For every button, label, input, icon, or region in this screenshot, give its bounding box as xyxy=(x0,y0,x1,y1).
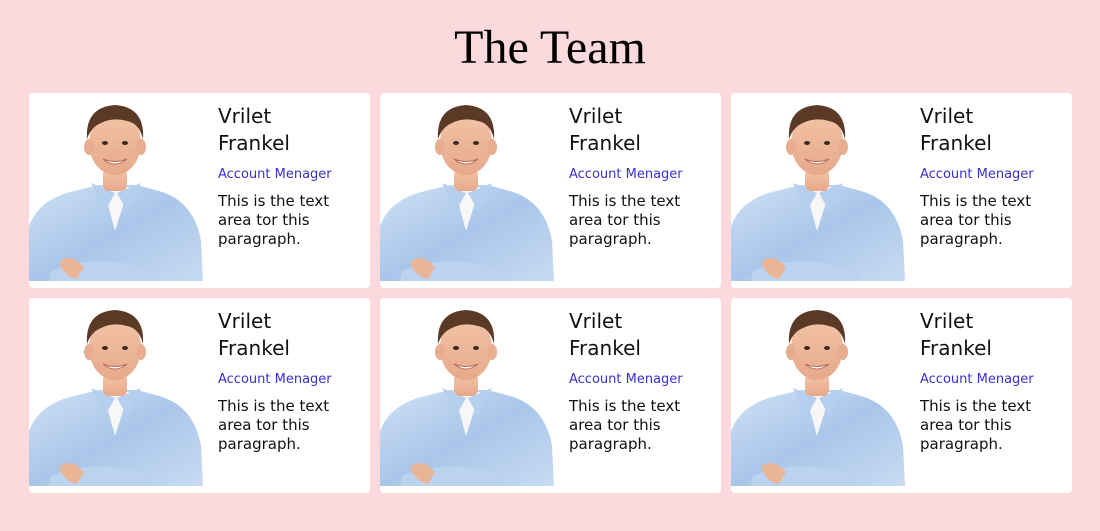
member-last-name: Frankel xyxy=(920,336,992,360)
member-last-name: Frankel xyxy=(569,131,641,155)
member-name: Vrilet Frankel xyxy=(920,308,1065,362)
member-role: Account Menager xyxy=(218,372,332,387)
member-name: Vrilet Frankel xyxy=(218,308,363,362)
member-name: Vrilet Frankel xyxy=(569,103,714,157)
team-card: Vrilet Frankel Account Menager This is t… xyxy=(29,93,370,288)
member-description: This is the text area tor this paragraph… xyxy=(218,397,330,453)
profile-photo xyxy=(731,105,905,281)
member-last-name: Frankel xyxy=(218,131,290,155)
member-first-name: Vrilet xyxy=(920,104,974,128)
profile-photo xyxy=(29,310,203,486)
member-name: Vrilet Frankel xyxy=(218,103,363,157)
member-description: This is the text area tor this paragraph… xyxy=(569,397,681,453)
member-first-name: Vrilet xyxy=(920,309,974,333)
page-title: The Team xyxy=(454,21,646,74)
card-info: Vrilet Frankel Account Menager This is t… xyxy=(218,308,363,454)
card-info: Vrilet Frankel Account Menager This is t… xyxy=(920,103,1065,249)
member-name: Vrilet Frankel xyxy=(569,308,714,362)
member-last-name: Frankel xyxy=(569,336,641,360)
member-role: Account Menager xyxy=(569,372,683,387)
member-first-name: Vrilet xyxy=(218,309,272,333)
team-card: Vrilet Frankel Account Menager This is t… xyxy=(380,298,721,493)
member-last-name: Frankel xyxy=(218,336,290,360)
profile-photo xyxy=(380,310,554,486)
team-card: Vrilet Frankel Account Menager This is t… xyxy=(380,93,721,288)
card-info: Vrilet Frankel Account Menager This is t… xyxy=(920,308,1065,454)
card-info: Vrilet Frankel Account Menager This is t… xyxy=(218,103,363,249)
member-first-name: Vrilet xyxy=(569,309,623,333)
member-first-name: Vrilet xyxy=(569,104,623,128)
member-description: This is the text area tor this paragraph… xyxy=(920,397,1032,453)
profile-photo xyxy=(29,105,203,281)
member-description: This is the text area tor this paragraph… xyxy=(920,192,1032,248)
member-role: Account Menager xyxy=(920,167,1034,182)
member-first-name: Vrilet xyxy=(218,104,272,128)
team-card: Vrilet Frankel Account Menager This is t… xyxy=(29,298,370,493)
team-grid: Vrilet Frankel Account Menager This is t… xyxy=(29,93,1072,493)
card-info: Vrilet Frankel Account Menager This is t… xyxy=(569,308,714,454)
member-name: Vrilet Frankel xyxy=(920,103,1065,157)
profile-photo xyxy=(731,310,905,486)
team-card: Vrilet Frankel Account Menager This is t… xyxy=(731,93,1072,288)
member-description: This is the text area tor this paragraph… xyxy=(218,192,330,248)
member-description: This is the text area tor this paragraph… xyxy=(569,192,681,248)
member-role: Account Menager xyxy=(218,167,332,182)
member-last-name: Frankel xyxy=(920,131,992,155)
member-role: Account Menager xyxy=(920,372,1034,387)
member-role: Account Menager xyxy=(569,167,683,182)
card-info: Vrilet Frankel Account Menager This is t… xyxy=(569,103,714,249)
profile-photo xyxy=(380,105,554,281)
team-card: Vrilet Frankel Account Menager This is t… xyxy=(731,298,1072,493)
